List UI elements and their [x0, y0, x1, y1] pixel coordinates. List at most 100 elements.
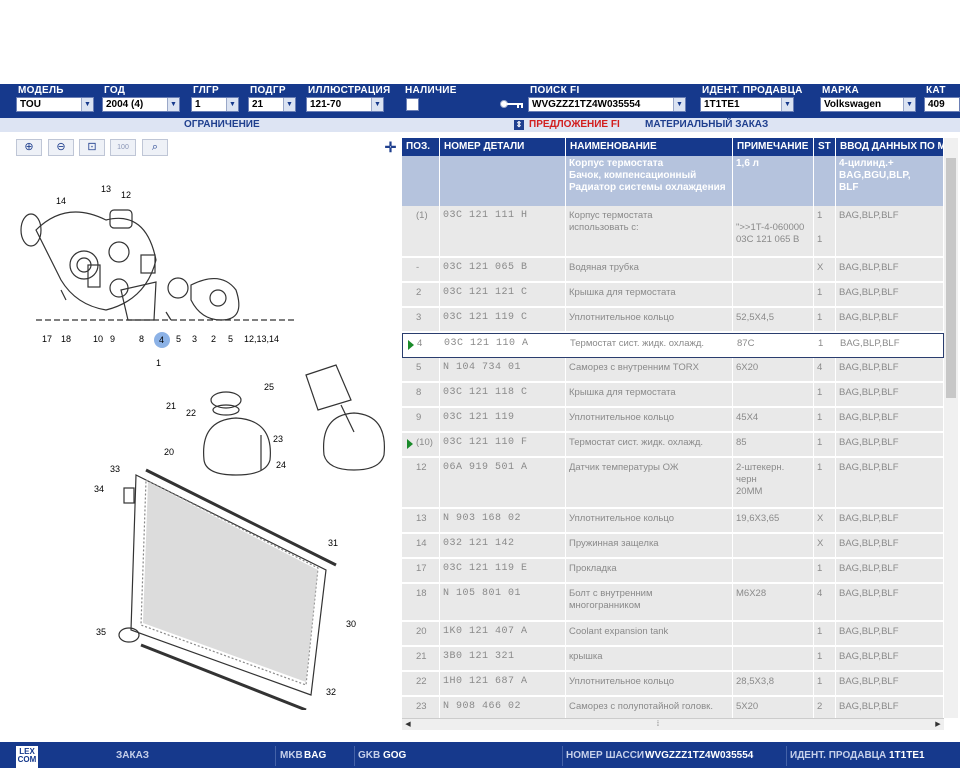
table-row[interactable]: (1) 03C 121 111 H Корпус термостата исполь…: [402, 206, 944, 258]
cell-pos: -: [402, 258, 440, 281]
availability-checkbox[interactable]: [406, 98, 419, 111]
table-row[interactable]: (10) 03C 121 110 F Термостат сист. жидк. о…: [402, 433, 944, 458]
cell-note: 2-штекерн. черн 20MM: [733, 458, 814, 507]
diagram-label: 34: [94, 484, 104, 494]
table-row[interactable]: 21 3B0 121 321 крышка 1 BAG,BLP,BLF: [402, 647, 944, 672]
restriction-link[interactable]: ОГРАНИЧЕНИЕ: [184, 118, 260, 132]
top-cell: [402, 156, 440, 206]
model-value: TOU: [20, 99, 41, 110]
scroll-right-icon[interactable]: ▶: [932, 719, 944, 730]
cell-name: Уплотнительное кольцо: [566, 308, 733, 331]
table-row[interactable]: 14 032 121 142 Пружинная защелка X BAG,BLP,B…: [402, 534, 944, 559]
fi-offer-link[interactable]: ПРЕДЛОЖЕНИЕ FI: [529, 118, 620, 132]
zoom-area-icon[interactable]: ⊡: [79, 139, 105, 156]
col-pos[interactable]: ПОЗ.: [402, 138, 440, 156]
table-row[interactable]: 20 1K0 121 407 A Coolant expansion tank 1 BA…: [402, 622, 944, 647]
cell-st: 1: [815, 334, 837, 357]
cell-name: Водяная трубка: [566, 258, 733, 281]
chevron-down-icon[interactable]: ▼: [81, 98, 93, 111]
col-st[interactable]: ST: [814, 138, 836, 156]
sub-toolbar: ОГРАНИЧЕНИЕ ⇕ ПРЕДЛОЖЕНИЕ FI МАТЕРИАЛЬНЫ…: [0, 118, 960, 132]
cell-st: 1: [814, 408, 836, 431]
cell-st: 1 1: [814, 206, 836, 256]
material-order-link[interactable]: МАТЕРИАЛЬНЫЙ ЗАКАЗ: [645, 118, 768, 132]
search-fi-input[interactable]: WVGZZZ1TZ4W035554 ▼: [528, 97, 686, 112]
diagram-label: 32: [326, 687, 336, 697]
col-data[interactable]: ВВОД ДАННЫХ ПО М: [836, 138, 944, 156]
table-row[interactable]: 13 N 903 168 02 Уплотнительное кольцо 19,6X…: [402, 509, 944, 534]
cell-note: [733, 383, 814, 406]
cell-note: 6X20: [733, 358, 814, 381]
scroll-thumb[interactable]: [946, 158, 956, 398]
cell-note: 19,6X3,65: [733, 509, 814, 532]
cell-name: Coolant expansion tank: [566, 622, 733, 645]
cell-note: [733, 622, 814, 645]
cell-name: Корпус термостата использовать с:: [566, 206, 733, 256]
order-link[interactable]: ЗАКАЗ: [116, 750, 149, 761]
table-row[interactable]: 23 N 908 466 02 Саморез с полупотайной гол…: [402, 697, 944, 718]
parts-diagram[interactable]: 14 13 12 17 18 10 9 8 4 5 3 2 5 12,13,14…: [6, 170, 391, 710]
table-row[interactable]: 2 03C 121 121 C Крышка для термостата 1 BAG,…: [402, 283, 944, 308]
vertical-scrollbar[interactable]: [944, 138, 958, 718]
table-row[interactable]: 18 N 105 801 01 Болт с внутренним многогра…: [402, 584, 944, 622]
cell-data: BAG,BLP,BLF: [836, 408, 944, 431]
chevron-down-icon[interactable]: ▼: [226, 98, 238, 111]
col-note[interactable]: ПРИМЕЧАНИЕ: [733, 138, 814, 156]
scroll-left-icon[interactable]: ◀: [402, 719, 414, 730]
filter-icon[interactable]: ⇕: [514, 120, 524, 130]
zoom-out-icon[interactable]: ⊖: [48, 139, 74, 156]
brand-select[interactable]: Volkswagen ▼: [820, 97, 916, 112]
table-row[interactable]: 17 03C 121 119 E Прокладка 1 BAG,BLP,BLF: [402, 559, 944, 584]
cell-pos: 22: [402, 672, 440, 695]
diagram-label: 24: [276, 460, 286, 470]
podgr-select[interactable]: 21 ▼: [248, 97, 296, 112]
zoom-in-icon[interactable]: ⊕: [16, 139, 42, 156]
divider: [786, 746, 787, 766]
table-row[interactable]: 12 06A 919 501 A Датчик температуры ОЖ 2-шт…: [402, 458, 944, 509]
illustration-select[interactable]: 121-70 ▼: [306, 97, 384, 112]
horizontal-scrollbar[interactable]: ◀ ⁞ ▶: [402, 718, 944, 730]
cell-st: 1: [814, 308, 836, 331]
move-icon[interactable]: ✛: [383, 140, 398, 155]
chevron-down-icon[interactable]: ▼: [673, 98, 685, 111]
chevron-down-icon[interactable]: ▼: [283, 98, 295, 111]
cell-note: 5X20: [733, 697, 814, 718]
col-part-number[interactable]: НОМЕР ДЕТАЛИ: [440, 138, 566, 156]
table-row[interactable]: 3 03C 121 119 C Уплотнительное кольцо 52,5X…: [402, 308, 944, 333]
chevron-down-icon[interactable]: ▼: [903, 98, 915, 111]
cell-pos: 23: [402, 697, 440, 718]
search-icon[interactable]: ⌕: [142, 139, 168, 156]
table-row[interactable]: 4 03C 121 110 A Термостат сист. жидк. охла…: [402, 333, 944, 358]
chevron-down-icon[interactable]: ▼: [781, 98, 793, 111]
cell-part: 03C 121 111 H: [440, 206, 566, 256]
cat-select[interactable]: 409: [924, 97, 960, 112]
parts-table: ПОЗ. НОМЕР ДЕТАЛИ НАИМЕНОВАНИЕ ПРИМЕЧАНИ…: [402, 138, 944, 718]
chevron-down-icon[interactable]: ▼: [371, 98, 383, 111]
chassis-value: WVGZZZ1TZ4W035554: [645, 750, 754, 761]
scroll-grip-icon[interactable]: ⁞: [652, 719, 664, 730]
key-icon[interactable]: [500, 99, 524, 109]
table-row[interactable]: 8 03C 121 118 C Крышка для термостата 1 BAG,…: [402, 383, 944, 408]
cell-st: X: [814, 258, 836, 281]
cell-part: 1K0 121 407 A: [440, 622, 566, 645]
zoom-fit-icon[interactable]: 100: [110, 139, 136, 156]
dealer-select[interactable]: 1T1TE1 ▼: [700, 97, 794, 112]
glgr-select[interactable]: 1 ▼: [191, 97, 239, 112]
table-row[interactable]: 22 1H0 121 687 A Уплотнительное кольцо 28,5…: [402, 672, 944, 697]
cell-note: 45X4: [733, 408, 814, 431]
year-select[interactable]: 2004 (4) ▼: [102, 97, 180, 112]
cell-part: 3B0 121 321: [440, 647, 566, 670]
col-name[interactable]: НАИМЕНОВАНИЕ: [566, 138, 733, 156]
chevron-down-icon[interactable]: ▼: [167, 98, 179, 111]
table-row[interactable]: 5N 104 734 01 Саморез с внутренним TORX 6X…: [402, 358, 944, 383]
cell-name: Уплотнительное кольцо: [566, 408, 733, 431]
top-data: 4-цилинд.+ BAG,BGU,BLP, BLF: [836, 156, 944, 206]
cell-pos: 14: [402, 534, 440, 557]
cell-pos: (10): [402, 433, 440, 456]
cell-note: 87C: [734, 334, 815, 357]
cell-name: Пружинная защелка: [566, 534, 733, 557]
model-select[interactable]: TOU ▼: [16, 97, 94, 112]
table-row[interactable]: 9 03C 121 119 Уплотнительное кольцо 45X4 1 BA…: [402, 408, 944, 433]
cell-pos: 18: [402, 584, 440, 620]
table-row[interactable]: -03C 121 065 B Водяная трубка X BAG,BLP,BLF: [402, 258, 944, 283]
